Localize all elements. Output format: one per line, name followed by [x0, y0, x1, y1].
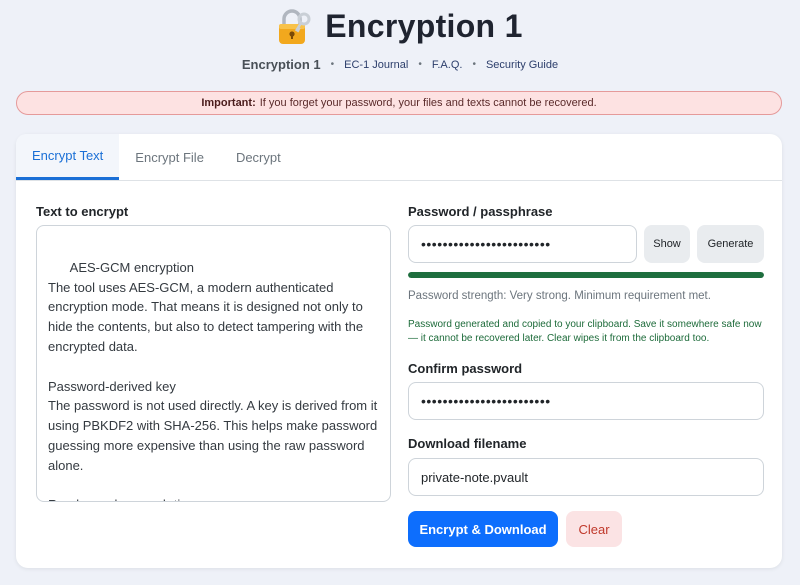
tab-encrypt-file[interactable]: Encrypt File — [119, 134, 220, 180]
password-strength-fill — [408, 272, 764, 278]
main-card: Encrypt Text Encrypt File Decrypt Text t… — [16, 134, 782, 568]
password-strength-text: Password strength: Very strong. Minimum … — [408, 290, 711, 302]
tab-bar: Encrypt Text Encrypt File Decrypt — [16, 134, 782, 181]
download-filename-label: Download filename — [408, 436, 527, 451]
clear-button[interactable]: Clear — [566, 511, 622, 547]
nav-link-faq[interactable]: F.A.Q. — [432, 59, 463, 71]
nav-separator: • — [330, 59, 335, 70]
resize-grip-icon[interactable] — [378, 489, 388, 499]
tab-decrypt[interactable]: Decrypt — [220, 134, 297, 180]
page-title: Encryption 1 — [325, 8, 523, 44]
text-to-encrypt-value: AES-GCM encryption The tool uses AES-GCM… — [48, 259, 378, 501]
show-password-button[interactable]: Show — [644, 225, 690, 263]
generate-password-button[interactable]: Generate — [697, 225, 764, 263]
text-panel: Text to encrypt AES-GCM encryption The t… — [36, 204, 392, 502]
top-nav: Encryption 1 • EC-1 Journal • F.A.Q. • S… — [0, 57, 800, 72]
password-label: Password / passphrase — [408, 204, 553, 219]
nav-link-journal[interactable]: EC-1 Journal — [344, 59, 408, 71]
password-panel: Password / passphrase ••••••••••••••••••… — [408, 204, 764, 547]
download-filename-input[interactable]: private-note.pvault — [408, 458, 764, 496]
password-row: •••••••••••••••••••••••• Show Generate — [408, 225, 764, 263]
tab-encrypt-text[interactable]: Encrypt Text — [16, 134, 120, 180]
encrypt-download-button[interactable]: Encrypt & Download — [408, 511, 558, 547]
alert-text: If you forget your password, your files … — [259, 97, 597, 109]
nav-brand[interactable]: Encryption 1 — [242, 57, 321, 72]
confirm-password-label: Confirm password — [408, 361, 523, 376]
text-to-encrypt-input[interactable]: AES-GCM encryption The tool uses AES-GCM… — [36, 225, 391, 502]
title-row: Encryption 1 — [0, 8, 800, 45]
locked-padlock-with-key-icon — [277, 8, 311, 45]
password-strength-bar — [408, 272, 764, 278]
nav-link-security-guide[interactable]: Security Guide — [486, 59, 558, 71]
password-input[interactable]: •••••••••••••••••••••••• — [408, 225, 637, 263]
confirm-password-input[interactable]: •••••••••••••••••••••••• — [408, 382, 764, 420]
text-to-encrypt-label: Text to encrypt — [36, 204, 129, 219]
generated-password-note: Password generated and copied to your cl… — [408, 319, 762, 344]
nav-separator: • — [472, 59, 476, 70]
important-alert: Important: If you forget your password, … — [16, 91, 782, 115]
alert-strong: Important: — [201, 97, 256, 109]
nav-separator: • — [418, 59, 422, 70]
